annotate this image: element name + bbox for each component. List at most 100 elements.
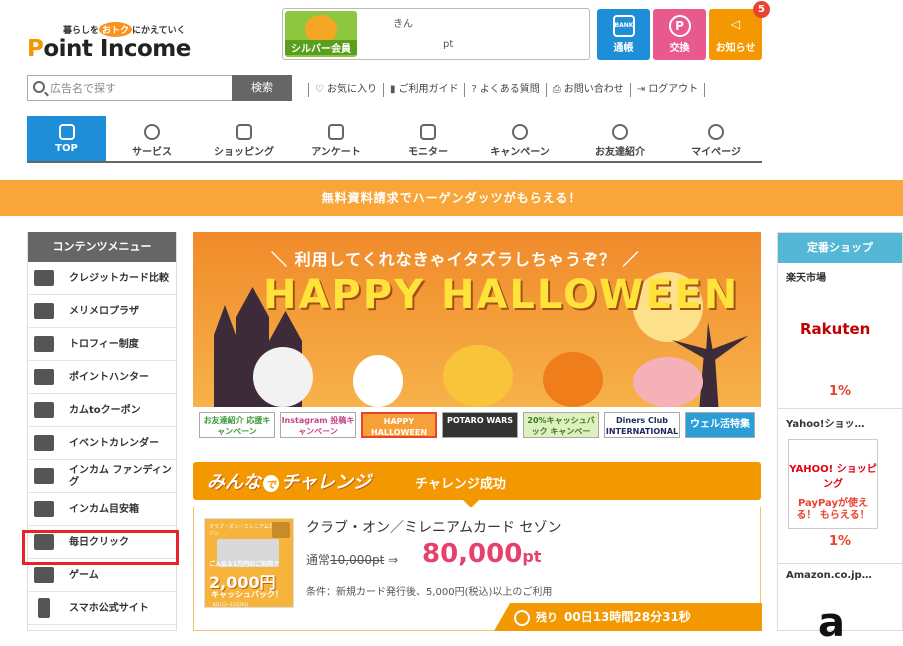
menu-item-label: ポイントハンター	[69, 372, 149, 383]
menu-item-label: ゲーム	[69, 570, 99, 581]
thumb-well-katsu[interactable]: ウェル活特集	[685, 412, 755, 438]
menu-item-label: トロフィー制度	[69, 339, 139, 350]
tab-service-label: サービス	[132, 147, 172, 158]
thumb-halloween[interactable]: HAPPY HALLOWEEN	[361, 412, 437, 438]
timer-label: 残り	[536, 611, 558, 624]
tag-icon	[34, 468, 54, 484]
shop-rate: 1%	[828, 384, 852, 399]
menu-item-event-calendar[interactable]: イベントカレンダー	[28, 427, 176, 460]
rakuten-logo: Rakuten	[800, 320, 871, 338]
thumb-instagram[interactable]: Instagram 投稿キャンペーン	[280, 412, 356, 438]
thumb-diners[interactable]: Diners Club INTERNATIONAL	[604, 412, 680, 438]
offer-card-image[interactable]: クラブ・オン／ミレニアムカード セゾン ご入会＆1万円のご利用で 2,000円 …	[204, 518, 294, 608]
bankbook-label: 通帳	[613, 43, 634, 54]
logout-icon: ⇥	[636, 84, 646, 95]
promo-banner[interactable]: 無料資料請求でハーゲンダッツがもらえる！	[0, 180, 903, 216]
mascot-dog-icon	[305, 15, 337, 43]
search-input[interactable]	[50, 79, 228, 97]
notifications-button[interactable]: ◁ お知らせ	[709, 9, 762, 60]
guide-label: ご利用ガイド	[398, 84, 459, 95]
offer-points: 80,000pt	[422, 539, 542, 569]
tab-friends-label: お友達紹介	[595, 147, 645, 158]
menu-item-merimero[interactable]: メリメロプラザ	[28, 295, 176, 328]
shop-amazon[interactable]: Amazon.co.jp… a	[778, 564, 902, 646]
member-name: きん	[393, 19, 413, 30]
thumb-potaro-wars[interactable]: POTARO WARS	[442, 412, 518, 438]
tab-monitor-label: モニター	[408, 147, 448, 158]
favorites-link[interactable]: ♡ お気に入り	[308, 83, 383, 97]
megaphone-icon: ◁	[730, 17, 741, 31]
card-image-badge	[272, 522, 290, 538]
pen-icon	[34, 402, 54, 418]
tab-monitor[interactable]: モニター	[382, 116, 474, 161]
bankbook-button[interactable]: BANK 通帳	[597, 9, 650, 60]
shop-name: Amazon.co.jp…	[786, 570, 872, 581]
favorites-label: お気に入り	[326, 84, 377, 95]
search-button[interactable]: 検索	[232, 75, 292, 101]
pencil-icon	[328, 124, 344, 140]
logo-name: Point Income	[27, 36, 191, 62]
offer-name[interactable]: クラブ・オン／ミレニアムカード セゾン	[306, 517, 561, 537]
timer-value: 00日13時間28分31秒	[564, 610, 691, 624]
shop-yahoo[interactable]: Yahoo!ショッ… YAHOO! ショッピング PayPayが使える！ もらえ…	[778, 409, 902, 564]
minna-challenge-logo: みんなでチャレンジ	[207, 472, 371, 493]
thumb-friend-campaign[interactable]: お友達紹介 応援キャンペーン	[199, 412, 275, 438]
challenge-header: みんなでチャレンジ チャレンジ成功	[193, 462, 761, 508]
menu-item-coupon[interactable]: カムtoクーポン	[28, 394, 176, 427]
clipboard-icon	[420, 124, 436, 140]
tab-friends[interactable]: お友達紹介	[574, 116, 666, 161]
tab-survey[interactable]: アンケート	[290, 116, 382, 161]
menu-item-point-hunter[interactable]: ポイントハンター	[28, 361, 176, 394]
notification-count-badge: 5	[753, 1, 770, 18]
menu-item-smartphone[interactable]: スマホ公式サイト	[28, 592, 176, 625]
offer-regular-points: 通常10,000pt ⇒	[306, 553, 399, 567]
tab-service[interactable]: サービス	[106, 116, 198, 161]
popular-shops-panel: 定番ショップ 楽天市場 Rakuten 1% Yahoo!ショッ… YAHOO!…	[777, 232, 903, 646]
card-image-line2: キャッシュバック！	[211, 590, 283, 599]
halloween-hero-banner[interactable]: ＼ 利用してくれなきゃイタズラしちゃうぞ？ ／ HAPPY HALLOWEEN …	[193, 232, 761, 442]
guide-link[interactable]: ▮ ご利用ガイド	[382, 83, 465, 97]
tab-campaign-label: キャンペーン	[490, 147, 550, 158]
printer-icon: ⎙	[552, 84, 561, 95]
menu-item-suggestion-box[interactable]: インカム目安箱	[28, 493, 176, 526]
menu-item-label: インカム目安箱	[69, 504, 139, 515]
challenge-offer-card[interactable]: クラブ・オン／ミレニアムカード セゾン ご入会＆1万円のご利用で 2,000円 …	[193, 507, 762, 631]
member-status-box[interactable]: シルバー会員 きん pt	[282, 8, 590, 60]
logo-tagline: 暮らしを おトク にかえていく	[63, 22, 186, 37]
menu-item-trophy[interactable]: トロフィー制度	[28, 328, 176, 361]
tab-survey-label: アンケート	[311, 147, 361, 158]
menu-item-funding[interactable]: インカム ファンディング	[28, 460, 176, 493]
shop-rakuten[interactable]: 楽天市場 Rakuten 1%	[778, 263, 902, 409]
swords-icon	[34, 369, 54, 385]
clock-icon	[514, 609, 530, 626]
menu-item-label: クレジットカード比較	[69, 273, 169, 284]
tab-top-label: TOP	[55, 143, 78, 154]
tab-campaign[interactable]: キャンペーン	[474, 116, 566, 161]
countdown-timer: 残り 00日13時間28分31秒	[494, 603, 762, 631]
tab-top[interactable]: TOP	[27, 116, 106, 161]
gamepad-icon	[34, 567, 54, 583]
yahoo-shopping-logo: YAHOO! ショッピング PayPayが使える！ もらえる！	[788, 439, 878, 529]
exchange-button[interactable]: P 交換	[653, 9, 706, 60]
contact-link[interactable]: ⎙ お問い合わせ	[545, 83, 630, 97]
amazon-logo: a	[818, 600, 845, 646]
logout-link[interactable]: ⇥ ログアウト	[629, 83, 706, 97]
point-income-logo[interactable]: 暮らしを おトク にかえていく Point Income	[27, 18, 191, 66]
tab-mypage[interactable]: マイページ	[670, 116, 762, 161]
tab-shopping[interactable]: ショッピング	[198, 116, 290, 161]
thumb-cashback[interactable]: 20%キャッシュバック キャンペーン！	[523, 412, 599, 438]
daily-click-highlight-box	[22, 530, 179, 565]
logout-label: ログアウト	[648, 84, 699, 95]
contact-label: お問い合わせ	[563, 84, 624, 95]
menu-item-label: カムtoクーポン	[69, 405, 141, 416]
hero-title: HAPPY HALLOWEEN	[263, 272, 740, 318]
menu-item-credit-card[interactable]: クレジットカード比較	[28, 262, 176, 295]
shop-name: Yahoo!ショッ…	[786, 419, 865, 430]
menu-item-label: スマホ公式サイト	[69, 603, 149, 614]
faq-label: よくある質問	[479, 84, 540, 95]
shop-rate: 1%	[828, 534, 852, 549]
faq-link[interactable]: ? よくある質問	[464, 83, 545, 97]
notifications-label: お知らせ	[715, 43, 756, 54]
credit-card-icon	[34, 270, 54, 286]
medal-icon	[512, 124, 528, 140]
